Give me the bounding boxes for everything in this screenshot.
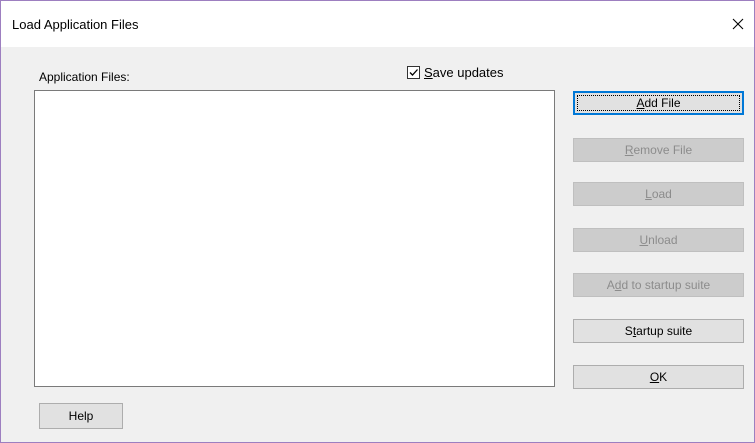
ok-button[interactable]: OK (573, 365, 744, 389)
help-button[interactable]: Help (39, 403, 123, 429)
startup-suite-label: Startup suite (624, 324, 693, 338)
application-files-list[interactable] (34, 90, 555, 387)
focus-rectangle (577, 95, 740, 111)
unload-label: Unload (639, 233, 678, 247)
checkmark-icon (409, 68, 418, 76)
window-title: Load Application Files (12, 17, 139, 32)
add-to-startup-suite-button[interactable]: Add to startup suite (573, 273, 744, 297)
startup-suite-button[interactable]: Startup suite (573, 319, 744, 343)
save-updates-checkbox[interactable]: Save updates (407, 64, 504, 80)
add-file-button[interactable]: Add File (573, 91, 744, 115)
remove-file-button[interactable]: Remove File (573, 138, 744, 162)
application-files-label: Application Files: (39, 70, 130, 84)
unload-button[interactable]: Unload (573, 228, 744, 252)
close-button[interactable] (724, 12, 752, 36)
save-updates-label: Save updates (424, 64, 504, 80)
ok-label: OK (649, 370, 668, 384)
remove-file-label: Remove File (624, 143, 693, 157)
checkbox-box[interactable] (407, 65, 420, 79)
load-label: Load (645, 187, 672, 201)
load-application-files-dialog: Load Application Files Application Files… (0, 0, 755, 443)
add-to-startup-suite-label: Add to startup suite (606, 278, 711, 292)
close-icon (732, 18, 744, 30)
title-bar: Load Application Files (1, 1, 754, 47)
load-button[interactable]: Load (573, 182, 744, 206)
